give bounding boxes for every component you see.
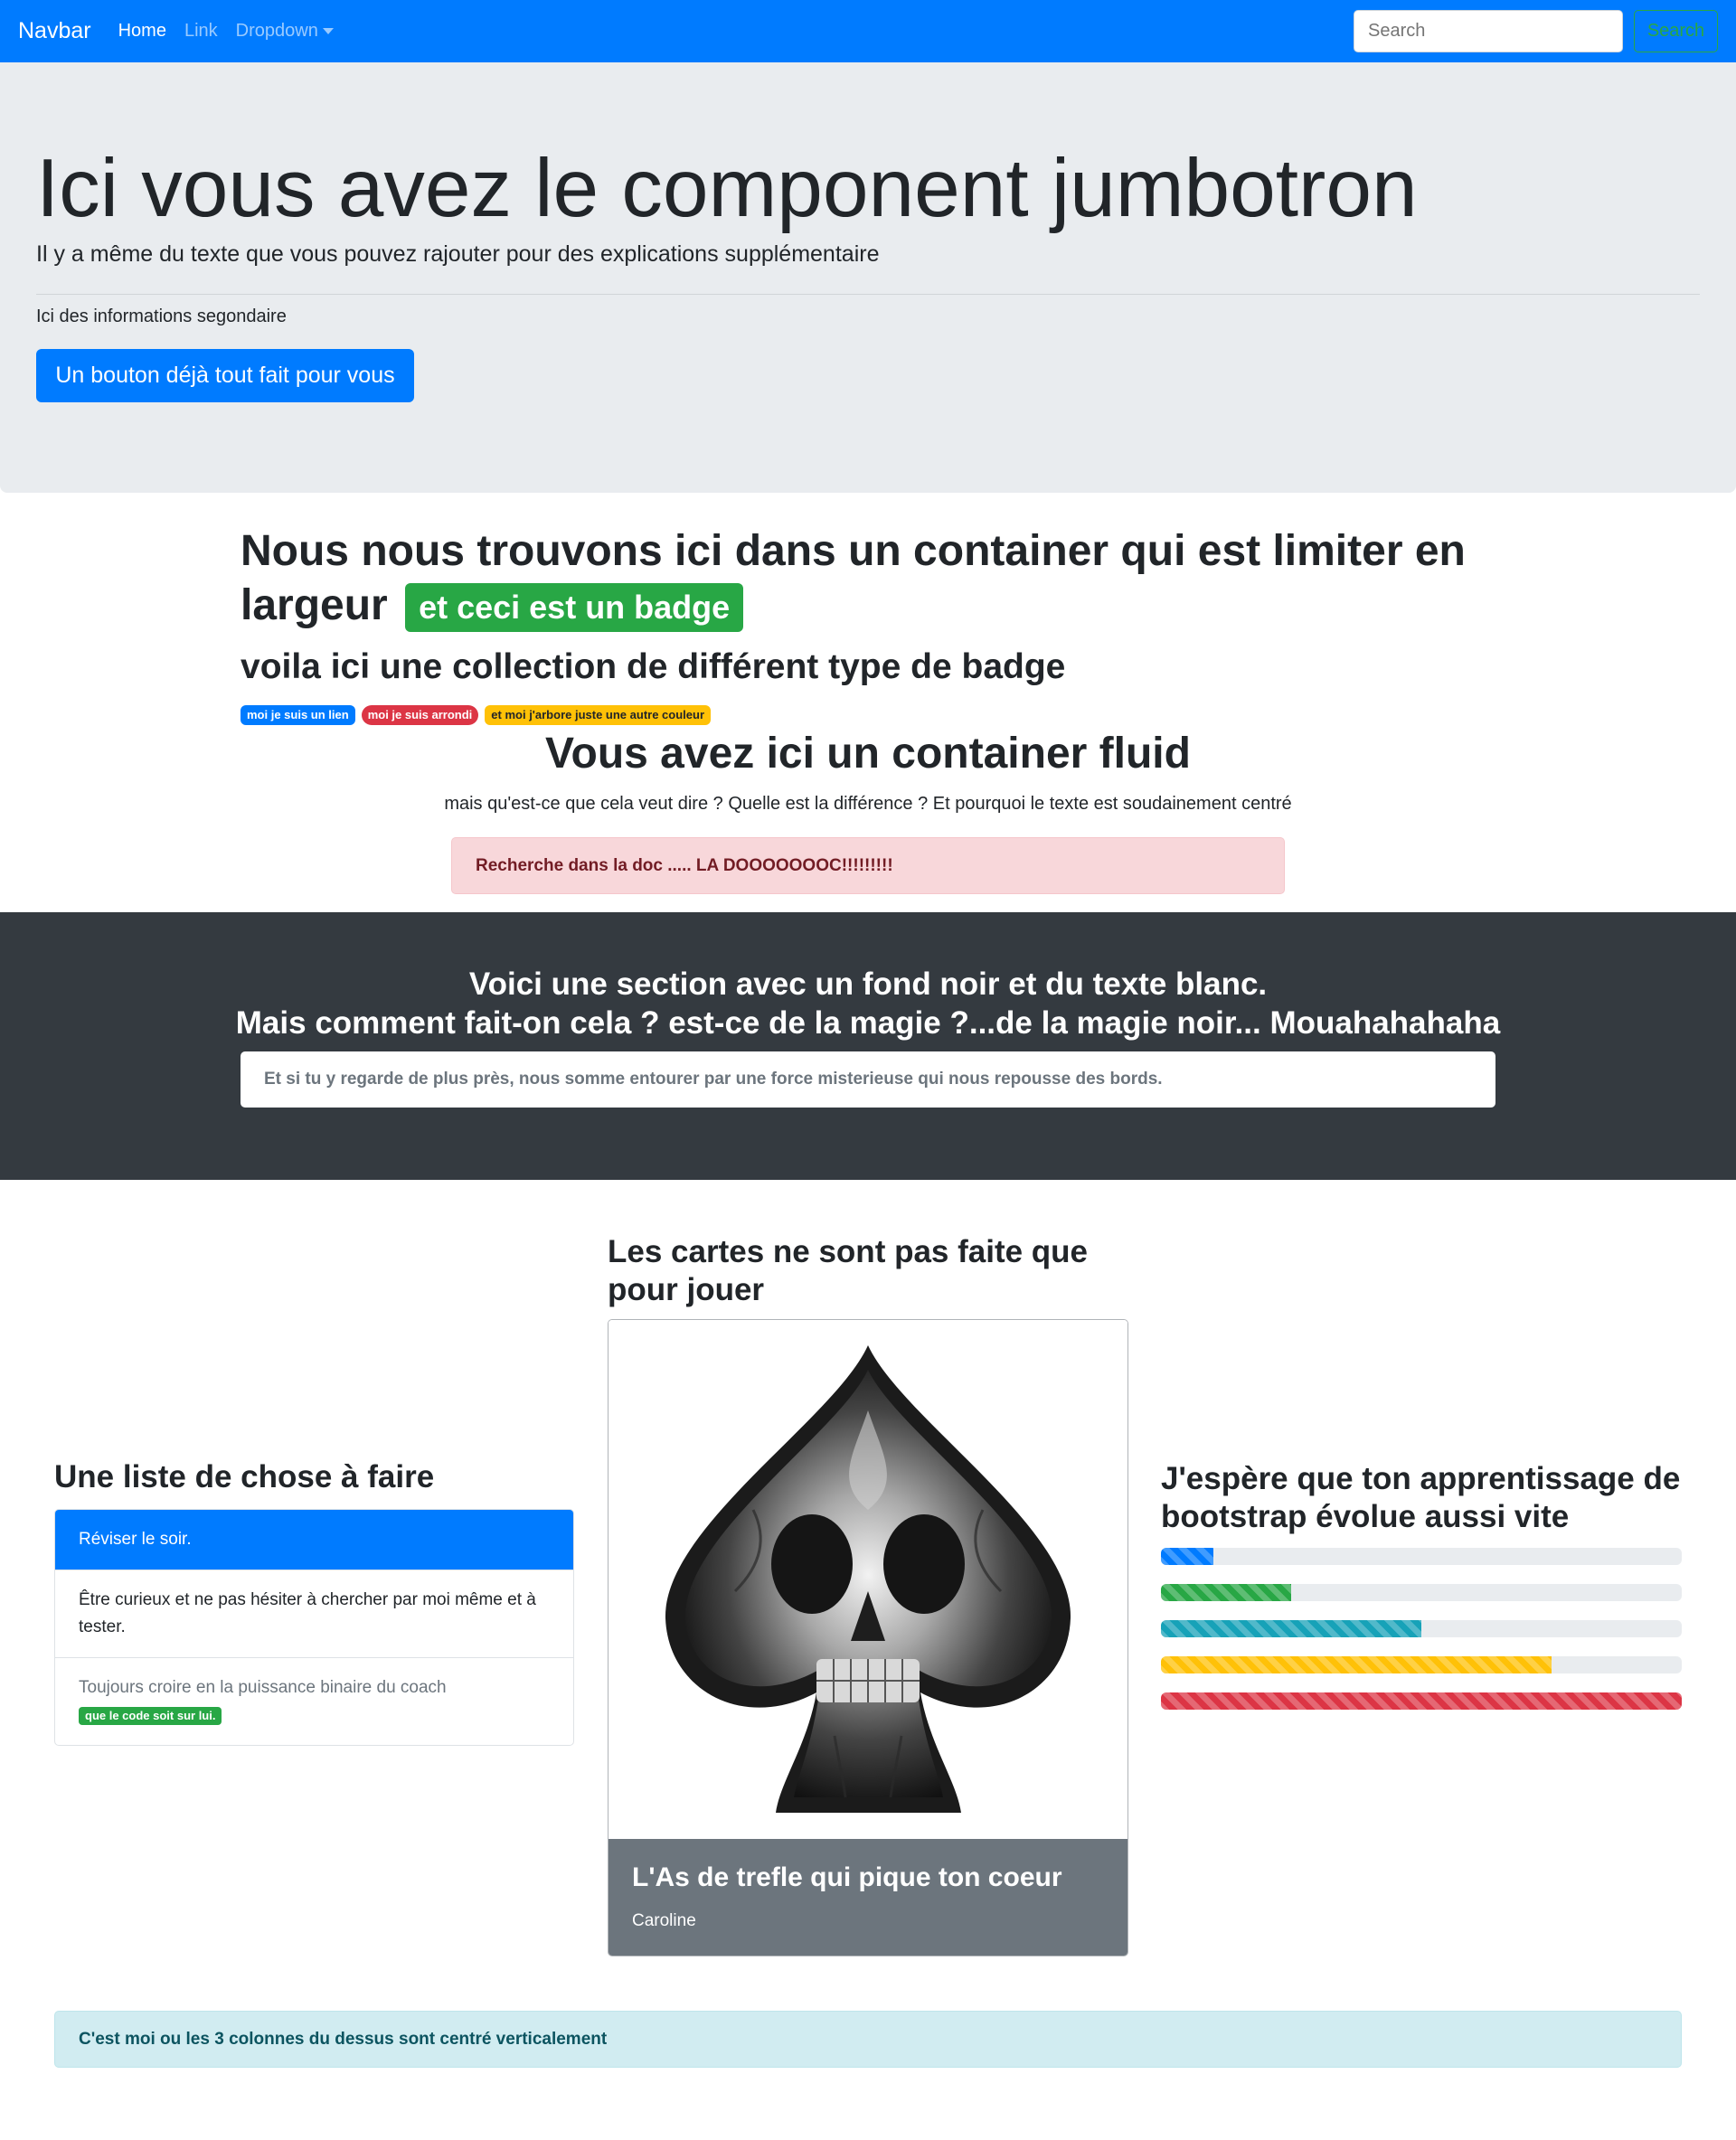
badge-link[interactable]: moi je suis un lien bbox=[241, 705, 355, 725]
navbar-brand[interactable]: Navbar bbox=[18, 18, 91, 44]
nav-dropdown-label: Dropdown bbox=[235, 21, 318, 41]
dark-section-box: Et si tu y regarde de plus près, nous so… bbox=[241, 1051, 1495, 1108]
list-item[interactable]: Toujours croire en la puissance binaire … bbox=[55, 1658, 573, 1745]
todo-title: Une liste de chose à faire bbox=[54, 1459, 435, 1494]
card-section-title: Les cartes ne sont pas faite que pour jo… bbox=[608, 1234, 1089, 1307]
spade-skull-icon bbox=[609, 1320, 1127, 1839]
list-item[interactable]: Être curieux et ne pas hésiter à cherche… bbox=[55, 1570, 573, 1658]
jumbotron-divider bbox=[36, 294, 1700, 295]
caret-down-icon bbox=[322, 28, 334, 35]
progress-bar bbox=[1161, 1656, 1552, 1673]
search-button[interactable]: Search bbox=[1634, 10, 1718, 52]
progress-bar bbox=[1161, 1548, 1213, 1565]
jumbotron: Ici vous avez le component jumbotron Il … bbox=[0, 62, 1736, 493]
card-text: Caroline bbox=[632, 1911, 696, 1930]
jumbotron-lead: Il y a même du texte que vous pouvez raj… bbox=[36, 241, 880, 267]
dark-title-line-2: Mais comment fait-on cela ? est-ce de la… bbox=[235, 1005, 1501, 1041]
progress-track bbox=[1161, 1692, 1682, 1710]
list-item[interactable]: Réviser le soir. bbox=[55, 1510, 573, 1570]
dark-title-line-1: Voici une section avec un fond noir et d… bbox=[468, 966, 1268, 1002]
badge-pill: moi je suis arrondi bbox=[361, 705, 479, 725]
progress-track bbox=[1161, 1656, 1682, 1673]
nav-link-home[interactable]: Home bbox=[118, 21, 166, 42]
progress-bar bbox=[1161, 1584, 1291, 1601]
danger-alert: Recherche dans la doc ..... LA DOOOOOOOC… bbox=[451, 837, 1285, 894]
progress-track bbox=[1161, 1548, 1682, 1565]
todo-list: Réviser le soir. Être curieux et ne pas … bbox=[54, 1509, 574, 1746]
progress-track bbox=[1161, 1620, 1682, 1637]
badges-subtitle: voila ici une collection de différent ty… bbox=[241, 647, 1066, 686]
progress-bar bbox=[1161, 1620, 1421, 1637]
jumbotron-secondary-text: Ici des informations segondaire bbox=[36, 306, 287, 326]
list-item-text: Toujours croire en la puissance binaire … bbox=[79, 1678, 447, 1697]
nav-link-link[interactable]: Link bbox=[184, 21, 218, 42]
badge-collection: moi je suis un lien moi je suis arrondi … bbox=[241, 705, 711, 725]
navbar-search-form: Search bbox=[1354, 10, 1718, 52]
fluid-text: mais qu'est-ce que cela veut dire ? Quel… bbox=[444, 794, 1292, 814]
card-body: L'As de trefle qui pique ton coeur Carol… bbox=[609, 1839, 1127, 1956]
badge-warning: et moi j'arbore juste une autre couleur bbox=[485, 705, 711, 725]
nav-dropdown[interactable]: Dropdown bbox=[236, 21, 334, 42]
search-input[interactable] bbox=[1354, 10, 1623, 52]
title-badge: et ceci est un badge bbox=[405, 583, 744, 633]
fluid-title: Vous avez ici un container fluid bbox=[545, 730, 1191, 778]
list-item-badge: que le code soit sur lui. bbox=[79, 1707, 222, 1725]
card: L'As de trefle qui pique ton coeur Carol… bbox=[608, 1319, 1128, 1956]
jumbotron-title: Ici vous avez le component jumbotron bbox=[36, 143, 1418, 234]
dark-section: Voici une section avec un fond noir et d… bbox=[0, 912, 1736, 1180]
container-title: Nous nous trouvons ici dans un container… bbox=[241, 524, 1506, 633]
progress-bar bbox=[1161, 1692, 1682, 1710]
progress-track bbox=[1161, 1584, 1682, 1601]
dark-section-title: Voici une section avec un fond noir et d… bbox=[0, 965, 1736, 1042]
navbar: Navbar Home Link Dropdown Search bbox=[0, 0, 1736, 62]
info-alert: C'est moi ou les 3 colonnes du dessus so… bbox=[54, 2011, 1682, 2068]
progress-title: J'espère que ton apprentissage de bootst… bbox=[1161, 1461, 1681, 1534]
card-title: L'As de trefle qui pique ton coeur bbox=[632, 1862, 1062, 1892]
jumbotron-button[interactable]: Un bouton déjà tout fait pour vous bbox=[36, 349, 414, 402]
